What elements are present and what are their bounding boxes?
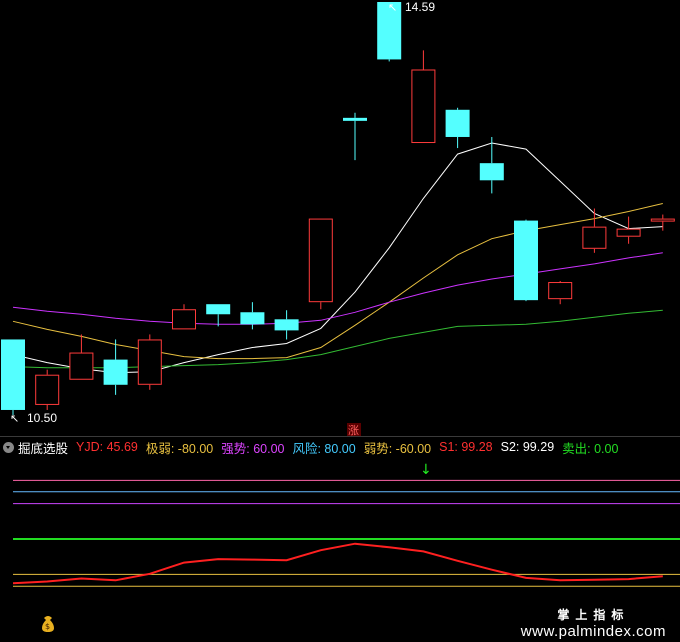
high-price-label: 14.59 bbox=[405, 0, 435, 14]
candle-body bbox=[35, 374, 60, 405]
money-bag-icon: $ bbox=[42, 616, 54, 632]
candle-body bbox=[274, 319, 299, 331]
collapse-toggle-icon[interactable] bbox=[3, 441, 14, 453]
candle bbox=[240, 302, 265, 330]
candle-body bbox=[445, 109, 470, 137]
watermark-cn: 掌上指标 bbox=[557, 608, 630, 622]
candlestick-series bbox=[1, 2, 675, 415]
candle-body bbox=[1, 339, 25, 410]
watermark-url: www.palmindex.com bbox=[520, 623, 666, 640]
candle-body bbox=[137, 339, 162, 385]
candle bbox=[35, 369, 60, 410]
candle-body bbox=[514, 220, 538, 301]
candle bbox=[411, 50, 436, 144]
candle bbox=[548, 281, 573, 305]
candle-body bbox=[582, 226, 607, 249]
candle-body bbox=[103, 359, 128, 385]
svg-text:$: $ bbox=[45, 622, 50, 631]
legend-s1: S1: 99.28 bbox=[439, 440, 493, 454]
candle bbox=[616, 216, 641, 244]
legend-sell: 卖出: 0.00 bbox=[562, 441, 619, 456]
sell-arrow-icon: ↓ bbox=[420, 462, 432, 478]
yjd-line bbox=[12, 542, 663, 585]
legend-extreme-weak: 极弱: -80.00 bbox=[145, 441, 214, 456]
candle bbox=[445, 107, 470, 149]
candle-body bbox=[411, 69, 436, 144]
candle bbox=[206, 304, 231, 327]
candle bbox=[103, 339, 128, 395]
candle bbox=[308, 218, 333, 310]
candle-body bbox=[308, 218, 333, 303]
low-price-pointer: ↖ bbox=[10, 412, 19, 425]
candle-body bbox=[206, 304, 231, 315]
legend-strong: 强势: 60.00 bbox=[221, 441, 285, 456]
candle-body bbox=[548, 282, 573, 300]
candle-body bbox=[172, 309, 196, 330]
candle-body bbox=[479, 163, 504, 181]
high-price-pointer: ↖ bbox=[388, 1, 397, 14]
candle bbox=[137, 334, 162, 390]
moving-average-lines bbox=[12, 142, 663, 374]
legend-s2: S2: 99.29 bbox=[500, 440, 555, 454]
candle bbox=[582, 208, 607, 253]
indicator-legend-bar: 掘底选股 YJD: 45.69 极弱: -80.00 强势: 60.00 风险:… bbox=[0, 436, 680, 457]
candle bbox=[274, 310, 299, 340]
candle-body bbox=[69, 352, 94, 380]
candle bbox=[343, 112, 367, 161]
chart-canvas[interactable]: 14.59 ↖ ↖ 10.50 涨 ↓ $ bbox=[0, 0, 680, 642]
candle bbox=[172, 304, 196, 330]
legend-weak: 弱势: -60.00 bbox=[363, 441, 432, 456]
indicator-name[interactable]: 掘底选股 bbox=[18, 438, 68, 457]
ma5-line bbox=[12, 142, 663, 374]
candle bbox=[650, 214, 675, 231]
candle-body bbox=[343, 117, 367, 121]
candle bbox=[514, 219, 538, 302]
candle bbox=[69, 334, 94, 380]
watermark: 掌上指标 www.palmindex.com bbox=[521, 606, 666, 640]
legend-yjd: YJD: 45.69 bbox=[76, 440, 138, 454]
candle bbox=[1, 339, 25, 415]
oscillator-panel bbox=[12, 479, 680, 587]
legend-risk: 风险: 80.00 bbox=[292, 441, 356, 456]
candle-body bbox=[650, 218, 675, 222]
low-price-label: 10.50 bbox=[27, 411, 57, 425]
candle-body bbox=[240, 312, 265, 325]
ma60-line bbox=[12, 309, 663, 369]
ma10-line bbox=[12, 203, 663, 360]
candle-body bbox=[616, 228, 641, 237]
